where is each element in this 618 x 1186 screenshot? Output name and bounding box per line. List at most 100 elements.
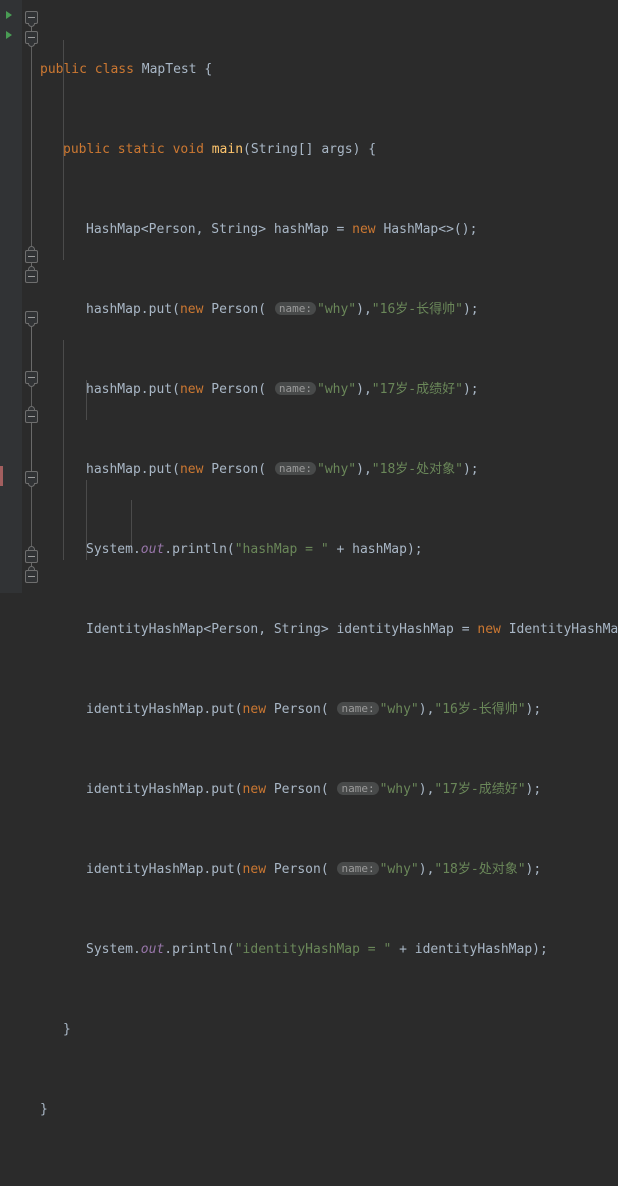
code-line[interactable]: hashMap.put(new Person( name: "why"),"16岁…	[0, 300, 618, 320]
punct: ,	[258, 622, 274, 637]
method-put: put	[211, 862, 235, 877]
code-line[interactable]: identityHashMap.put(new Person( name: "wh…	[0, 700, 618, 720]
method-put: put	[211, 702, 235, 717]
var-hashmap: hashMap	[273, 222, 329, 237]
code-line[interactable]: hashMap.put(new Person( name: "why"),"18岁…	[0, 460, 618, 480]
punct: .	[164, 942, 173, 957]
method-put: put	[211, 782, 235, 797]
code-line[interactable]: HashMap<Person, String> hashMap = new Ha…	[0, 220, 618, 240]
code-line[interactable]: identityHashMap.put(new Person( name: "wh…	[0, 860, 618, 880]
punct: (	[258, 382, 274, 397]
code-line[interactable]: System.out.println("hashMap = " + hashMa…	[0, 540, 618, 560]
type-person: Person	[148, 222, 196, 237]
param-name-hint: name:	[337, 702, 379, 715]
punct: (	[258, 302, 274, 317]
punct: );	[462, 382, 479, 397]
keyword-new: new	[179, 462, 204, 477]
method-put: put	[148, 462, 173, 477]
param-name-hint: name:	[274, 382, 316, 395]
punct: .	[132, 942, 141, 957]
param-name-hint: name:	[274, 462, 316, 475]
punct: (	[234, 862, 243, 877]
punct: .	[203, 702, 212, 717]
punct: (	[243, 142, 251, 157]
punct: );	[532, 942, 548, 957]
string-identityhashmap-label: "identityHashMap = "	[234, 942, 392, 957]
punct: ),	[356, 302, 372, 317]
code-line[interactable]: identityHashMap.put(new Person( name: "wh…	[0, 780, 618, 800]
punct: (	[226, 942, 235, 957]
punct: (	[226, 542, 235, 557]
type-person: Person	[273, 782, 321, 797]
brace-open: {	[368, 142, 377, 157]
code-line[interactable]: public static void main(String[] args) {	[0, 140, 618, 160]
var-identityhashmap: identityHashMap	[86, 862, 204, 877]
code-line[interactable]: IdentityHashMap<Person, String> identity…	[0, 620, 618, 640]
param-name-hint: name:	[337, 782, 379, 795]
punct: (	[320, 702, 337, 717]
code-line[interactable]: System.out.println("identityHashMap = " …	[0, 940, 618, 960]
code-line-empty[interactable]	[0, 1180, 618, 1186]
param-name-hint: name:	[274, 302, 316, 315]
field-out: out	[140, 542, 165, 557]
string-why: "why"	[317, 462, 357, 477]
punct: );	[525, 702, 542, 717]
punct: (	[172, 462, 180, 477]
keyword-void: void	[172, 142, 204, 157]
method-println: println	[172, 542, 227, 557]
string-why: "why"	[317, 382, 357, 397]
code-editor[interactable]: public class MapTest { public static voi…	[0, 0, 618, 1117]
var-hashmap: hashMap	[86, 382, 141, 397]
punct: .	[132, 542, 141, 557]
type-person: Person	[211, 462, 259, 477]
string-value-17: "17岁-成绩好"	[371, 382, 463, 397]
punct: <	[140, 222, 149, 237]
keyword-new: new	[179, 382, 204, 397]
type-person: Person	[273, 862, 321, 877]
code-line[interactable]: public class MapTest {	[0, 60, 618, 80]
string-why: "why"	[379, 702, 419, 717]
type-maptest: MapTest	[141, 62, 197, 77]
punct: ),	[418, 862, 435, 877]
punct: );	[462, 462, 479, 477]
string-hashmap-label: "hashMap = "	[234, 542, 329, 557]
param-name-hint: name:	[337, 862, 379, 875]
code-content[interactable]: public class MapTest { public static voi…	[0, 0, 618, 1186]
param-args: args	[321, 142, 353, 157]
type-string: String	[211, 222, 259, 237]
punct: (	[320, 782, 337, 797]
keyword-class: class	[94, 62, 134, 77]
punct: (	[258, 462, 274, 477]
keyword-new: new	[242, 862, 267, 877]
type-person: Person	[211, 302, 259, 317]
type-system: System	[86, 942, 133, 957]
method-put: put	[148, 382, 173, 397]
method-println: println	[172, 942, 227, 957]
punct: (	[320, 862, 337, 877]
punct: ),	[356, 462, 372, 477]
code-line[interactable]: }	[0, 1020, 618, 1040]
string-value-16: "16岁-长得帅"	[371, 302, 463, 317]
punct: );	[525, 782, 542, 797]
type-person: Person	[211, 622, 259, 637]
code-line[interactable]: hashMap.put(new Person( name: "why"),"17岁…	[0, 380, 618, 400]
punct: ),	[418, 702, 435, 717]
punct: .	[140, 462, 149, 477]
type-string: String	[250, 142, 298, 157]
keyword-new: new	[242, 702, 267, 717]
punct: >	[320, 622, 337, 637]
punct: );	[462, 302, 479, 317]
punct: +	[328, 542, 353, 557]
string-why: "why"	[379, 862, 419, 877]
method-put: put	[148, 302, 173, 317]
punct: .	[140, 382, 149, 397]
type-identityhashmap: IdentityHashMap	[508, 622, 618, 637]
type-system: System	[86, 542, 133, 557]
code-line[interactable]: }	[0, 1100, 618, 1120]
method-main: main	[211, 142, 244, 157]
punct: .	[203, 782, 212, 797]
string-value-18: "18岁-处对象"	[434, 862, 526, 877]
var-hashmap: hashMap	[86, 462, 141, 477]
punct: <	[203, 622, 212, 637]
type-identityhashmap: IdentityHashMap	[86, 622, 204, 637]
